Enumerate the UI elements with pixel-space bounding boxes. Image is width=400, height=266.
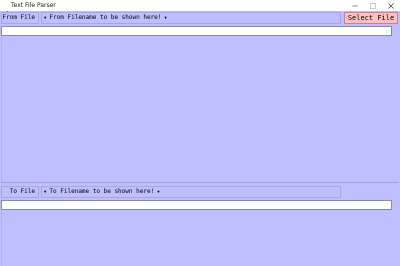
- triangle-down-icon: ▼: [164, 15, 167, 20]
- title-bar[interactable]: Text File Parser: [0, 0, 400, 16]
- maximize-button[interactable]: [364, 0, 382, 11]
- from-file-label: From File: [1, 12, 39, 24]
- from-filename-dropdown[interactable]: ▼ From Filename to be shown here! ▼: [41, 12, 341, 24]
- source-entry-field[interactable]: [1, 26, 392, 36]
- target-entry-field[interactable]: [1, 200, 392, 210]
- maximize-icon: [370, 2, 376, 9]
- triangle-down-icon: ▼: [157, 189, 160, 194]
- app-window: Text File Parser From File ▼ From Filena…: [0, 0, 400, 266]
- triangle-down-icon: ▼: [44, 15, 47, 20]
- minimize-icon: [352, 5, 358, 6]
- triangle-down-icon: ▼: [44, 189, 47, 194]
- close-icon: [388, 2, 394, 9]
- to-filename-text: To Filename to be shown here!: [49, 188, 155, 195]
- close-button[interactable]: [382, 0, 400, 11]
- to-file-label: To File: [1, 186, 39, 198]
- window-title: Text File Parser: [11, 2, 56, 9]
- target-content-pane[interactable]: [1, 211, 399, 266]
- to-filename-dropdown[interactable]: ▼ To Filename to be shown here! ▼: [41, 186, 341, 198]
- select-file-button[interactable]: Select File: [344, 12, 398, 24]
- minimize-button[interactable]: [346, 0, 364, 11]
- from-filename-text: From Filename to be shown here!: [49, 14, 162, 21]
- feather-icon: [2, 2, 9, 16]
- source-file-row: From File ▼ From Filename to be shown he…: [0, 12, 400, 24]
- source-content-pane[interactable]: [1, 37, 399, 183]
- target-file-row: To File ▼ To Filename to be shown here! …: [0, 186, 400, 198]
